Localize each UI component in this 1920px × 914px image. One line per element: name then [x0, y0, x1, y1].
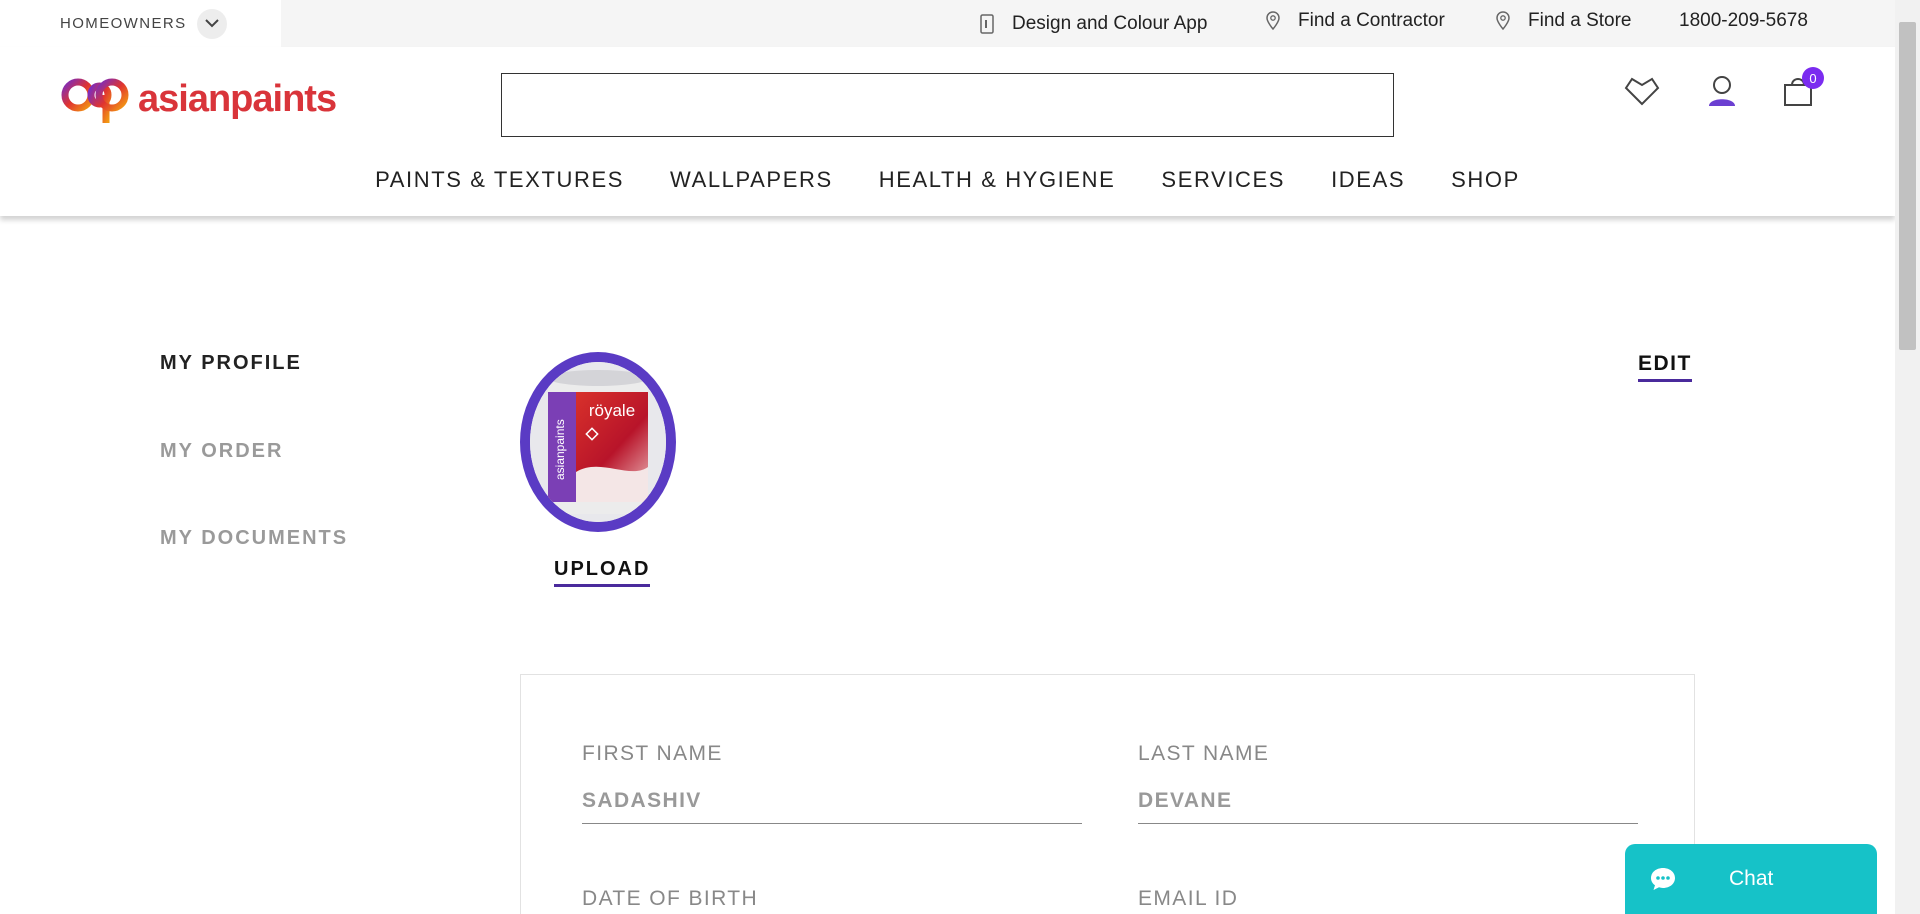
design-colour-app-label: Design and Colour App: [1012, 12, 1208, 34]
phone-icon: [980, 13, 994, 34]
email-id-label: EMAIL ID: [1138, 887, 1239, 910]
site-header: asianpaints 0 PAINTS & TEXTURES WALLPAPE…: [0, 47, 1895, 216]
chat-button[interactable]: Chat: [1625, 844, 1877, 914]
logo-text: asianpaints: [138, 77, 337, 120]
phone-number[interactable]: 1800-209-5678: [1679, 0, 1808, 42]
design-colour-app-link[interactable]: Design and Colour App: [980, 0, 1207, 47]
upload-button[interactable]: UPLOAD: [554, 558, 651, 587]
avatar[interactable]: röyale asianpaints: [520, 352, 676, 532]
scrollbar-thumb[interactable]: [1899, 22, 1916, 350]
nav-shop[interactable]: SHOP: [1451, 167, 1520, 193]
sidebar-item-my-profile[interactable]: MY PROFILE: [160, 352, 302, 375]
cart-count-badge: 0: [1802, 67, 1824, 89]
location-pin-icon: [1496, 11, 1510, 31]
logo[interactable]: asianpaints: [60, 73, 337, 125]
nav-ideas[interactable]: IDEAS: [1331, 167, 1405, 193]
find-contractor-label: Find a Contractor: [1298, 10, 1445, 31]
last-name-field[interactable]: DEVANE: [1138, 789, 1638, 824]
sidebar-item-my-order[interactable]: MY ORDER: [160, 440, 283, 463]
page-scrollbar[interactable]: [1895, 0, 1920, 914]
first-name-field[interactable]: SADASHIV: [582, 789, 1082, 824]
date-of-birth-label: DATE OF BIRTH: [582, 887, 759, 910]
user-account-icon[interactable]: [1702, 71, 1742, 111]
wishlist-heart-icon[interactable]: [1622, 71, 1662, 111]
search-input[interactable]: [501, 73, 1394, 137]
main-nav: PAINTS & TEXTURES WALLPAPERS HEALTH & HY…: [0, 167, 1895, 193]
edit-button[interactable]: EDIT: [1638, 352, 1692, 382]
profile-form: FIRST NAME SADASHIV LAST NAME DEVANE DAT…: [520, 674, 1695, 914]
sidebar-item-my-documents[interactable]: MY DOCUMENTS: [160, 527, 348, 550]
find-contractor-link[interactable]: Find a Contractor: [1266, 0, 1445, 42]
nav-services[interactable]: SERVICES: [1161, 167, 1285, 193]
first-name-label: FIRST NAME: [582, 742, 723, 765]
cart-bag-icon[interactable]: 0: [1778, 67, 1824, 111]
chat-bubble-icon: [1651, 868, 1675, 890]
find-store-label: Find a Store: [1528, 10, 1632, 31]
find-store-link[interactable]: Find a Store: [1496, 0, 1632, 42]
logo-mark-icon: [61, 78, 129, 123]
top-utility-bar: HOMEOWNERS Design and Colour App Find a …: [0, 0, 1895, 47]
audience-selector[interactable]: HOMEOWNERS: [0, 0, 281, 47]
avatar-product-label: röyale: [589, 401, 635, 420]
chevron-down-icon[interactable]: [196, 8, 227, 39]
chat-label: Chat: [1729, 867, 1774, 890]
nav-wallpapers[interactable]: WALLPAPERS: [670, 167, 833, 193]
location-pin-icon: [1266, 11, 1280, 31]
nav-paints-textures[interactable]: PAINTS & TEXTURES: [375, 167, 624, 193]
paint-can-image: röyale asianpaints: [530, 362, 666, 522]
nav-health-hygiene[interactable]: HEALTH & HYGIENE: [879, 167, 1116, 193]
audience-label: HOMEOWNERS: [60, 15, 187, 32]
last-name-label: LAST NAME: [1138, 742, 1270, 765]
avatar-brand-label: asianpaints: [553, 419, 567, 480]
